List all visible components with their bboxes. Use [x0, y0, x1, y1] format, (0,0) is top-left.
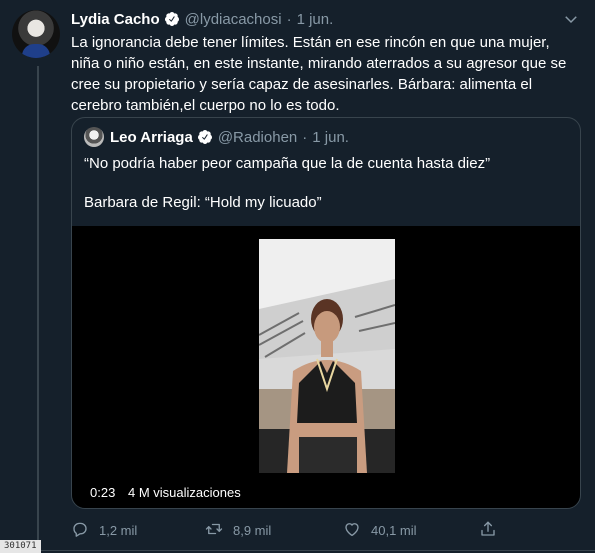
reply-count: 1,2 mil: [99, 523, 138, 538]
tweet-text-line: La ignorancia debe tener límites. Están …: [71, 34, 550, 51]
tweet-text-line: cree su propietario y sería capaz de ase…: [71, 76, 533, 93]
share-icon: [479, 520, 507, 541]
reply-icon: [71, 520, 99, 541]
quoted-tweet[interactable]: Leo Arriaga @Radiohen · 1 jun. “No podrí…: [71, 117, 581, 509]
corner-tag: 301071: [0, 540, 41, 553]
quoted-author-handle: @Radiohen: [217, 128, 298, 146]
verified-badge-icon: [197, 129, 213, 145]
reply-button[interactable]: 1,2 mil: [71, 520, 137, 541]
retweet-count: 8,9 mil: [233, 523, 272, 538]
video-duration: 0:23: [90, 485, 116, 500]
divider: [0, 550, 595, 551]
quoted-tweet-header: Leo Arriaga @Radiohen · 1 jun.: [84, 127, 349, 147]
video-frame: [259, 239, 395, 473]
chevron-down-icon[interactable]: [562, 10, 580, 28]
tweet-header: Lydia Cacho @lydiacachosi · 1 jun.: [71, 9, 333, 29]
separator: ·: [286, 10, 292, 28]
quoted-text-line: Barbara de Regil: “Hold my licuado”: [84, 194, 322, 211]
like-icon: [343, 520, 371, 541]
retweet-button[interactable]: 8,9 mil: [205, 520, 271, 541]
tweet-date[interactable]: 1 jun.: [297, 11, 334, 28]
author-name[interactable]: Lydia Cacho: [71, 11, 160, 28]
quoted-text-line: “No podría haber peor campaña que la de …: [84, 155, 491, 172]
like-button[interactable]: 40,1 mil: [343, 520, 417, 541]
verified-badge-icon: [164, 11, 180, 27]
tweet-text: La ignorancia debe tener límites. Están …: [71, 32, 581, 116]
author-handle[interactable]: @lydiacachosi: [185, 11, 282, 28]
like-count: 40,1 mil: [371, 523, 417, 538]
share-button[interactable]: [479, 520, 507, 541]
quoted-date: 1 jun.: [312, 128, 349, 146]
video-player[interactable]: 0:23 4 M visualizaciones: [72, 226, 580, 508]
retweet-icon: [205, 520, 233, 541]
author-avatar[interactable]: [12, 10, 60, 58]
video-views: 4 M visualizaciones: [128, 485, 241, 500]
quoted-author-name: Leo Arriaga: [110, 128, 193, 146]
quoted-author-avatar: [84, 127, 104, 147]
thread-line: [37, 66, 39, 553]
tweet-text-line: cerebro también,el cuerpo no lo es todo.: [71, 97, 340, 114]
tweet-text-line: niña o niño están, en este instante, mir…: [71, 55, 567, 72]
action-bar: 1,2 mil 8,9 mil 40,1 mil: [71, 520, 511, 542]
separator: ·: [302, 128, 308, 146]
